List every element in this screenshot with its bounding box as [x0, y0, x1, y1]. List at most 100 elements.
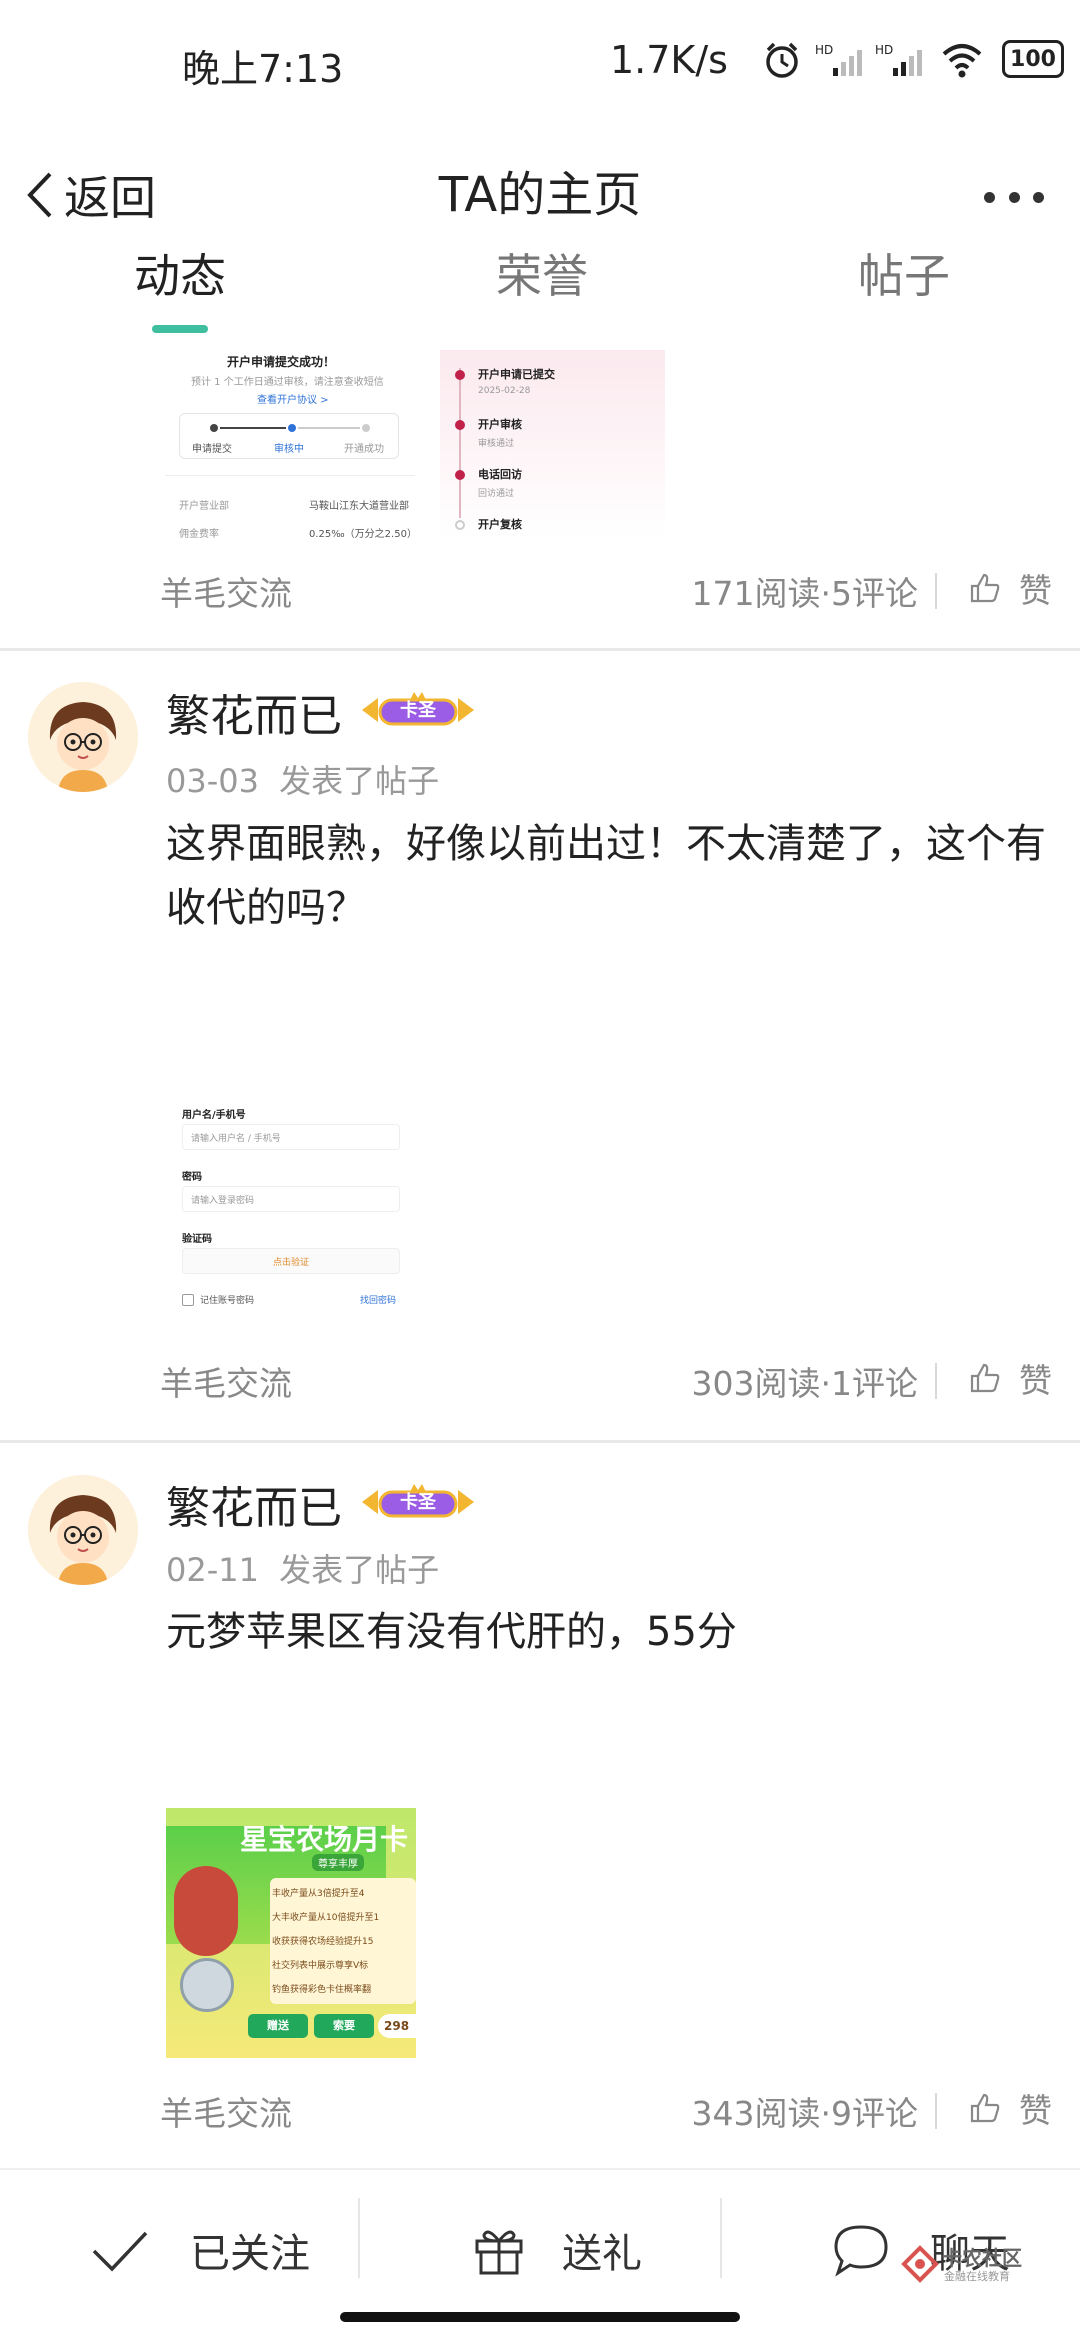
more-options-button[interactable] [984, 172, 1044, 222]
post-image[interactable]: 开户申请提交成功！ 预计 1 个工作日通过审核，请注意查收短信 查看开户协议 >… [165, 345, 415, 540]
game-request-button: 索要 [314, 2014, 374, 2038]
post-time: 02-11 发表了帖子 [166, 1545, 439, 1591]
active-tab-indicator [152, 325, 208, 333]
game-benefit: 钓鱼获得彩色卡住概率翻 [272, 1985, 372, 1995]
form-input: 点击验证 [182, 1248, 400, 1274]
form-placeholder: 请输入用户名 / 手机号 [191, 1134, 281, 1144]
step-line [220, 427, 286, 429]
post-action: 发表了帖子 [279, 1551, 440, 1589]
game-give-button: 赠送 [248, 2014, 308, 2038]
form-label: 用户名/手机号 [182, 1110, 246, 1121]
thumb-row-label: 开户营业部 [179, 501, 229, 512]
chevron-left-icon [27, 172, 52, 218]
timeline-dot [455, 370, 465, 380]
game-benefit: 社交列表中展示尊享V标 [272, 1961, 369, 1971]
rank-badge: 卡圣 [358, 688, 478, 732]
thumb-subtitle: 预计 1 个工作日通过审核，请注意查收短信 [191, 377, 384, 388]
divider [935, 573, 937, 609]
divider [935, 1363, 937, 1399]
gift-button[interactable]: 送礼 [472, 2210, 642, 2290]
game-price: 298 [378, 2014, 416, 2038]
timeline-dot [455, 520, 465, 530]
svg-text:HD: HD [815, 43, 833, 57]
game-character [174, 1866, 238, 1956]
battery-icon: 100 [1002, 40, 1064, 78]
form-input: 请输入登录密码 [182, 1186, 400, 1212]
tab-honors[interactable]: 荣誉 [496, 240, 588, 340]
post-image[interactable]: 开户申请已提交 2025-02-28 开户审核 审核通过 电话回访 回访通过 开… [440, 350, 665, 540]
timeline-dot [455, 470, 465, 480]
post-stats: 343阅读·9评论 [691, 2094, 918, 2133]
watermark-icon [901, 2245, 939, 2283]
timeline-title: 开户审核 [478, 418, 522, 431]
timeline-title: 电话回访 [478, 468, 522, 481]
avatar[interactable] [28, 1475, 138, 1585]
post-date: 02-11 [166, 1551, 259, 1589]
step-label: 审核中 [274, 444, 304, 455]
badge-label: 卡圣 [400, 700, 436, 721]
form-label: 密码 [182, 1172, 202, 1183]
more-dot-icon [1033, 191, 1044, 203]
signal-icon-sim1: HD [815, 43, 862, 76]
home-indicator[interactable] [340, 2312, 740, 2322]
post-action: 发表了帖子 [279, 762, 440, 800]
timeline-dot [455, 420, 465, 430]
like-button[interactable]: 赞 [969, 1353, 1052, 1403]
post-image[interactable]: 星宝农场月卡 尊享丰厚 丰收产量从3倍提升至4 大丰收产量从10倍提升至1 收获… [166, 1808, 416, 2058]
step-dot [362, 424, 370, 432]
avatar-image [28, 682, 138, 792]
post-content[interactable]: 元梦苹果区有没有代肝的，55分 [166, 1600, 1046, 1664]
thumbs-up-icon [970, 2093, 1000, 2123]
post-meta-row: 羊毛交流 303阅读·1评论 赞 [0, 1343, 1080, 1413]
like-label: 赞 [1019, 1361, 1052, 1400]
network-speed: 1.7K/s [610, 38, 728, 82]
form-input: 请输入用户名 / 手机号 [182, 1124, 400, 1150]
post-category[interactable]: 羊毛交流 [160, 1357, 292, 1405]
gift-label: 送礼 [562, 2231, 642, 2277]
thumbs-up-icon [970, 1363, 1000, 1393]
more-dot-icon [984, 191, 995, 203]
author-name[interactable]: 繁花而已 [166, 1472, 342, 1536]
like-button[interactable]: 赞 [969, 563, 1052, 613]
post-divider [0, 648, 1080, 651]
avatar[interactable] [28, 682, 138, 792]
game-benefit: 丰收产量从3倍提升至4 [272, 1889, 365, 1899]
form-placeholder: 请输入登录密码 [191, 1196, 255, 1206]
timeline-sub: 审核通过 [478, 439, 515, 449]
author-name[interactable]: 繁花而已 [166, 680, 342, 744]
game-benefit: 收获获得农场经验提升15 [272, 1937, 374, 1947]
like-label: 赞 [1019, 2091, 1052, 2130]
timeline-title: 开户申请已提交 [478, 368, 555, 381]
watermark-logo: 卡农社区 金融在线教育 [900, 2240, 1060, 2290]
post-content[interactable]: 这界面眼熟，好像以前出过！不太清楚了，这个有收代的吗？ [166, 812, 1046, 940]
game-banner-sub: 尊享丰厚 [312, 1854, 364, 1871]
post-date: 03-03 [166, 762, 259, 800]
game-benefit-list: 丰收产量从3倍提升至4 大丰收产量从10倍提升至1 收获获得农场经验提升15 社… [270, 1878, 416, 2004]
thumb-progress: 申请提交 审核中 开通成功 [179, 413, 399, 459]
timeline-sub: 回访通过 [478, 489, 515, 499]
chat-bubble-icon [834, 2225, 888, 2277]
step-label: 申请提交 [192, 444, 232, 455]
divider [935, 2093, 937, 2129]
signal-icon-sim2: HD [875, 43, 922, 76]
post-image[interactable]: 用户名/手机号 请输入用户名 / 手机号 密码 请输入登录密码 验证码 点击验证… [170, 1078, 405, 1318]
battery-level: 100 [1010, 46, 1056, 72]
like-button[interactable]: 赞 [969, 2083, 1052, 2133]
tab-posts[interactable]: 帖子 [858, 240, 950, 340]
post-stats: 303阅读·1评论 [691, 1364, 918, 1403]
step-dot [288, 424, 296, 432]
thumb-row-value: 0.25‰（万分之2.50） [309, 529, 415, 540]
back-label: 返回 [64, 171, 156, 225]
gift-icon [475, 2230, 523, 2275]
game-benefit: 大丰收产量从10倍提升至1 [272, 1913, 380, 1923]
follow-button[interactable]: 已关注 [90, 2210, 310, 2290]
status-indicators: 1.7K/s HD HD 100 [610, 30, 1080, 90]
post-category[interactable]: 羊毛交流 [160, 2087, 292, 2135]
check-icon [92, 2231, 148, 2272]
game-banner-title: 星宝农场月卡 [240, 1823, 409, 1856]
post-meta-row: 羊毛交流 343阅读·9评论 赞 [0, 2073, 1080, 2143]
post-meta-row: 羊毛交流 171阅读·5评论 赞 [0, 553, 1080, 623]
post-category[interactable]: 羊毛交流 [160, 567, 292, 615]
more-dot-icon [1008, 191, 1020, 203]
form-verify-button: 点击验证 [273, 1258, 310, 1268]
